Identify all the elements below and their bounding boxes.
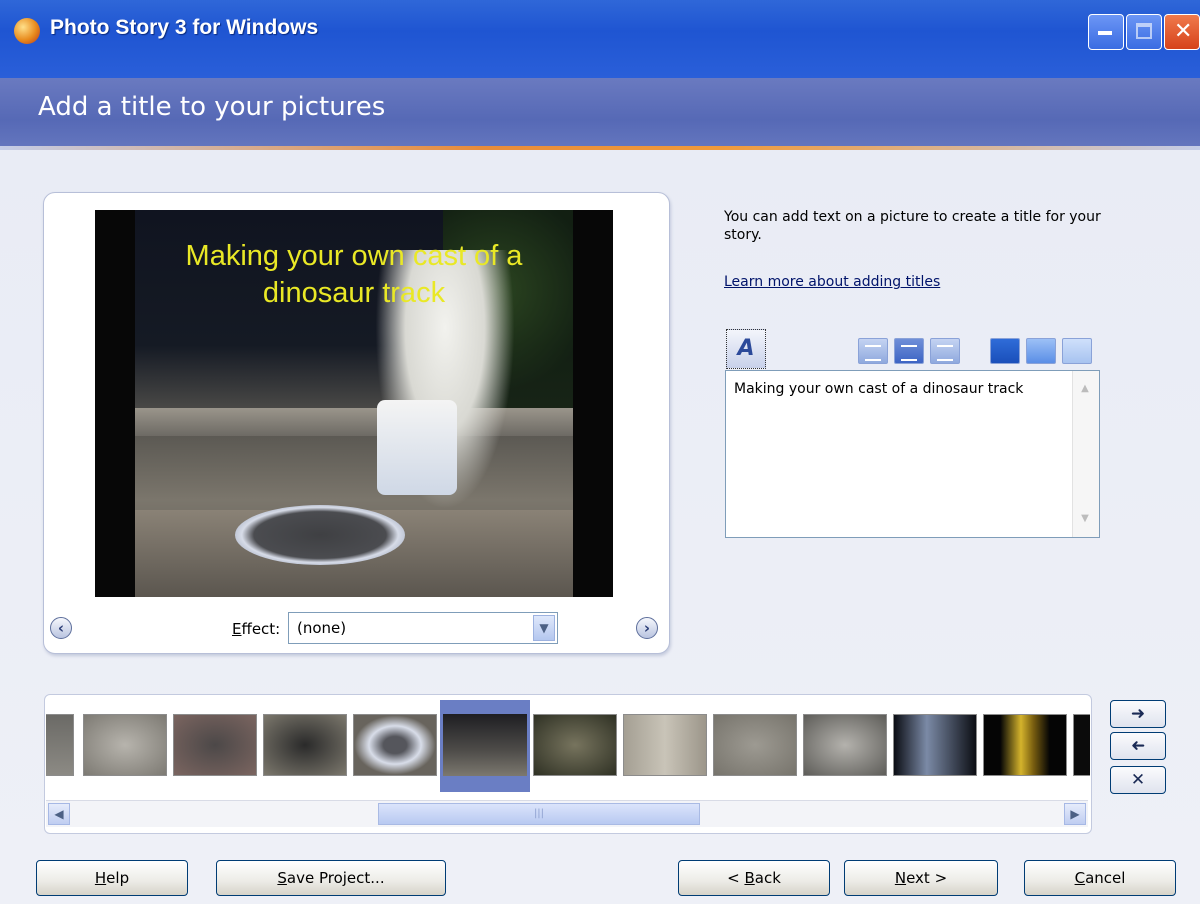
arrow-right-icon: ➜ [1130,704,1146,724]
filmstrip-thumb[interactable] [803,714,887,776]
effect-value: (none) [297,619,347,637]
next-accel: N [894,869,907,887]
move-right-button[interactable]: ➜ [1110,700,1166,728]
chevron-left-icon: ‹ [57,619,65,637]
learn-more-link[interactable]: Learn more about adding titles [724,274,940,290]
filmstrip-thumb[interactable] [46,714,74,776]
cancel-button[interactable]: Cancel [1024,860,1176,896]
scroll-up-icon[interactable]: ▲ [1077,383,1093,399]
filmstrip-thumb[interactable] [713,714,797,776]
arrow-left-icon: ➜ [1130,736,1146,756]
window-title: Photo Story 3 for Windows [50,16,319,39]
title-text-scrollbar[interactable]: ▲ ▼ [1072,371,1099,537]
filmstrip-thumb-selected[interactable] [440,700,530,792]
align-right-icon [937,345,953,361]
page-header: Add a title to your pictures [0,78,1200,148]
instructions-text: You can add text on a picture to create … [724,209,1101,243]
close-button[interactable]: ✕ [1164,14,1200,50]
page-title: Add a title to your pictures [38,92,386,122]
filmstrip-thumb[interactable] [83,714,167,776]
preview-title-overlay: Making your own cast of a dinosaur track [135,238,573,312]
chevron-down-icon[interactable]: ▼ [533,615,555,641]
scrollbar-thumb[interactable]: ||| [378,803,700,825]
align-left-icon [865,345,881,361]
align-center-button[interactable] [894,338,924,364]
scroll-right-icon[interactable]: ▶ [1064,803,1086,825]
back-button[interactable]: < Back [678,860,830,896]
close-icon: ✕ [1130,770,1146,790]
chevron-right-icon: › [643,619,651,637]
title-text-input[interactable]: Making your own cast of a dinosaur track… [725,370,1100,538]
filmstrip-thumb[interactable] [893,714,977,776]
filmstrip-thumb[interactable] [983,714,1067,776]
effect-label: Effect: [232,620,280,638]
remove-picture-button[interactable]: ✕ [1110,766,1166,794]
effect-dropdown[interactable]: (none) ▼ [288,612,558,644]
next-label: ext > [906,869,948,887]
app-icon [14,18,40,44]
filmstrip-thumbnails [46,700,1090,792]
filmstrip-scrollbar[interactable]: ◀ ||| ▶ [46,800,1088,827]
next-picture-button[interactable]: › [636,617,658,639]
title-bar: Photo Story 3 for Windows ✕ [0,0,1200,78]
filmstrip-thumb[interactable] [533,714,617,776]
maximize-button[interactable] [1126,14,1162,50]
align-right-button[interactable] [930,338,960,364]
close-icon: ✕ [1174,19,1193,44]
back-accel: B [744,869,755,887]
filmstrip-thumb[interactable] [173,714,257,776]
align-center-icon [901,345,917,361]
caption-line-2: dinosaur track [262,277,446,309]
move-left-button[interactable]: ➜ [1110,732,1166,760]
minimize-icon [1098,31,1112,35]
filmstrip-thumb[interactable] [263,714,347,776]
minimize-button[interactable] [1088,14,1124,50]
help-label: elp [106,869,130,887]
font-button[interactable]: A [726,329,766,369]
align-middle-button[interactable] [1026,338,1056,364]
cancel-label: ancel [1085,869,1126,887]
filmstrip-thumb[interactable] [353,714,437,776]
caption-line-1: Making your own cast of a [185,240,523,272]
align-bottom-button[interactable] [1062,338,1092,364]
effect-label-rest: ffect: [241,620,281,638]
cancel-accel: C [1074,869,1086,887]
back-prefix: < [727,869,745,887]
align-top-button[interactable] [990,338,1020,364]
save-project-button[interactable]: Save Project... [216,860,446,896]
help-accel: H [94,869,107,887]
align-left-button[interactable] [858,338,888,364]
help-button[interactable]: Help [36,860,188,896]
save-label: ave Project... [286,869,385,887]
photo-bucket [377,400,457,495]
filmstrip-thumb[interactable] [1073,714,1090,776]
filmstrip-thumb[interactable] [623,714,707,776]
photo-cast [235,505,405,565]
title-text-value: Making your own cast of a dinosaur track [734,381,1024,397]
next-button[interactable]: Next > [844,860,998,896]
back-label: ack [754,869,781,887]
previous-picture-button[interactable]: ‹ [50,617,72,639]
selected-thumb-image [443,714,527,776]
scroll-left-icon[interactable]: ◀ [48,803,70,825]
scroll-down-icon[interactable]: ▼ [1077,513,1093,529]
preview-image: Making your own cast of a dinosaur track [95,210,613,597]
font-icon: A [737,336,755,361]
maximize-icon [1136,23,1152,39]
save-accel: S [277,869,287,887]
